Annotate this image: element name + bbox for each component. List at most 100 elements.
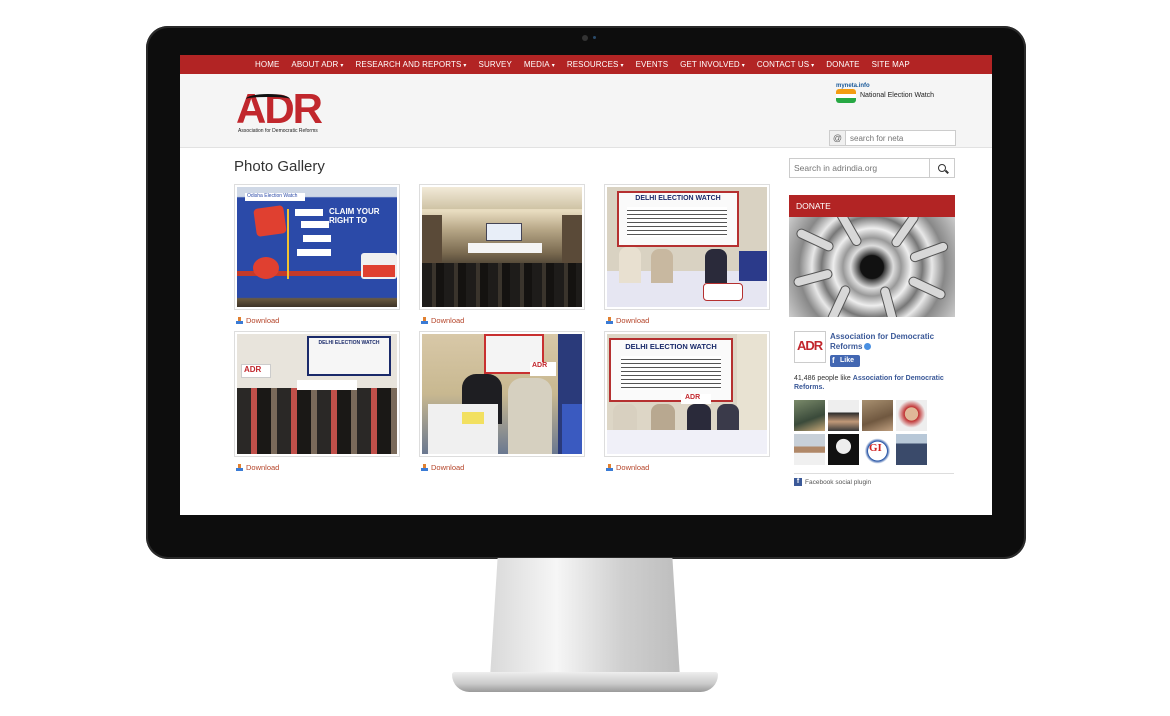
- nav-item-home[interactable]: HOME: [249, 60, 285, 69]
- gallery-tile: DELHI ELECTION WATCH ADR Download: [604, 331, 770, 472]
- verified-icon: [864, 343, 872, 351]
- nav-item-label: MEDIA: [523, 60, 550, 69]
- nav-item-get-involved[interactable]: GET INVOLVED ▾: [674, 60, 751, 69]
- nav-item-resources[interactable]: RESOURCES ▾: [561, 60, 630, 69]
- gallery-tile: Odisha Election Watch CLAIM YOUR RIGHT T…: [234, 184, 400, 325]
- gallery-photo[interactable]: DELHI ELECTION WATCH ADR: [234, 331, 400, 457]
- nav-item-donate[interactable]: DONATE: [820, 60, 865, 69]
- caret-down-icon: ▾: [551, 63, 555, 69]
- neta-search-input[interactable]: [846, 131, 954, 145]
- download-link[interactable]: Download: [604, 316, 770, 325]
- download-link[interactable]: Download: [419, 463, 585, 472]
- download-label: Download: [246, 463, 280, 472]
- fan-avatar[interactable]: [862, 400, 893, 431]
- fb-plugin-label: Facebook social plugin: [805, 478, 872, 486]
- nav-item-site-map[interactable]: SITE MAP: [866, 60, 916, 69]
- download-link[interactable]: Download: [419, 316, 585, 325]
- gallery-tile: DELHI ELECTION WATCH Download: [604, 184, 770, 325]
- nav-item-events[interactable]: EVENTS: [630, 60, 675, 69]
- download-icon: [421, 316, 428, 325]
- gallery-photo[interactable]: ADR: [419, 331, 585, 457]
- donate-heading[interactable]: DONATE: [789, 195, 955, 217]
- nav-item-research-and-reports[interactable]: RESEARCH AND REPORTS ▾: [350, 60, 473, 69]
- search-icon: [938, 164, 946, 172]
- fb-page-avatar[interactable]: ADR: [794, 331, 826, 363]
- fb-plugin-footer[interactable]: f Facebook social plugin: [794, 473, 954, 486]
- download-label: Download: [431, 463, 465, 472]
- fan-avatar[interactable]: [896, 434, 927, 465]
- download-icon: [606, 316, 613, 325]
- monitor-stand: [490, 558, 680, 678]
- adr-standee: ADR: [241, 364, 271, 378]
- gallery-photo[interactable]: [419, 184, 585, 310]
- gallery-photo[interactable]: DELHI ELECTION WATCH ADR: [604, 331, 770, 457]
- download-label: Download: [616, 316, 650, 325]
- at-icon: @: [830, 131, 846, 145]
- seminar-banner-title: DELHI ELECTION WATCH: [318, 340, 380, 346]
- fan-avatar[interactable]: [794, 400, 825, 431]
- caret-down-icon: ▾: [811, 63, 815, 69]
- site-search-input[interactable]: [790, 159, 929, 177]
- fb-count-text: 41,486 people like: [794, 375, 851, 382]
- nav-item-about-adr[interactable]: ABOUT ADR ▾: [285, 60, 349, 69]
- nav-item-label: RESOURCES: [566, 60, 619, 69]
- banner-graphic: [287, 209, 327, 279]
- caret-down-icon: ▾: [340, 63, 344, 69]
- caret-down-icon: ▾: [741, 63, 745, 69]
- page-title: Photo Gallery: [234, 158, 325, 175]
- banner-slogan: CLAIM YOUR RIGHT TO: [329, 207, 380, 225]
- gallery-photo[interactable]: DELHI ELECTION WATCH: [604, 184, 770, 310]
- download-label: Download: [246, 316, 280, 325]
- fb-like-count: 41,486 people like Association for Democ…: [794, 374, 954, 392]
- fan-avatar[interactable]: [828, 434, 859, 465]
- facebook-icon: f: [794, 478, 802, 486]
- fan-avatar[interactable]: GI: [862, 434, 893, 465]
- nav-item-label: GET INVOLVED: [680, 60, 740, 69]
- search-button[interactable]: [929, 159, 954, 177]
- neta-search: @: [829, 130, 956, 146]
- gallery-tile: DELHI ELECTION WATCH ADR Download: [234, 331, 400, 472]
- webcam-light-icon: [593, 36, 596, 39]
- press-banner-title: DELHI ELECTION WATCH: [635, 195, 721, 202]
- donate-image[interactable]: [789, 217, 955, 317]
- site-search: [789, 158, 955, 178]
- logo-swoosh-icon: [246, 94, 290, 104]
- nav-item-contact-us[interactable]: CONTACT US ▾: [751, 60, 820, 69]
- nav-item-survey[interactable]: SURVEY: [473, 60, 518, 69]
- fb-page-name-text: Association for Democratic Reforms: [830, 332, 935, 351]
- national-election-watch-logo[interactable]: myneta.info National Election Watch: [834, 83, 934, 109]
- nav-item-media[interactable]: MEDIA ▾: [518, 60, 561, 69]
- gallery-tile: ADR Download: [419, 331, 585, 472]
- fan-avatar[interactable]: [896, 400, 927, 431]
- download-icon: [421, 463, 428, 472]
- nav-item-label: EVENTS: [635, 60, 669, 69]
- nav-item-label: SURVEY: [478, 60, 512, 69]
- nav-item-label: HOME: [255, 60, 280, 69]
- download-label: Download: [431, 316, 465, 325]
- top-navigation: HOME ABOUT ADR ▾ RESEARCH AND REPORTS ▾ SURVE…: [180, 55, 992, 74]
- fan-avatar-logo-icon: GI: [869, 442, 882, 454]
- download-link[interactable]: Download: [604, 463, 770, 472]
- fb-like-button[interactable]: Like: [830, 355, 860, 367]
- fb-page-name[interactable]: Association for Democratic Reforms: [830, 332, 954, 352]
- download-icon: [606, 463, 613, 472]
- download-icon: [236, 463, 243, 472]
- nav-item-label: CONTACT US: [756, 60, 810, 69]
- website-screen: HOME ABOUT ADR ▾ RESEARCH AND REPORTS ▾ SURVE…: [180, 55, 992, 515]
- download-link[interactable]: Download: [234, 463, 400, 472]
- panel-banner-title: DELHI ELECTION WATCH: [625, 342, 717, 351]
- nav-item-label: DONATE: [826, 60, 860, 69]
- caret-down-icon: ▾: [463, 63, 467, 69]
- logo-subtitle: Association for Democratic Reforms: [238, 128, 318, 134]
- fb-avatar-text: ADR: [797, 338, 823, 353]
- adr-logo[interactable]: ADR Association for Democratic Reforms: [236, 88, 340, 135]
- adr-sign: ADR: [530, 362, 556, 376]
- download-label: Download: [616, 463, 650, 472]
- site-header: ADR Association for Democratic Reforms m…: [180, 74, 992, 148]
- gallery-photo[interactable]: Odisha Election Watch CLAIM YOUR RIGHT T…: [234, 184, 400, 310]
- fan-avatar[interactable]: [794, 434, 825, 465]
- adr-panel-sign: ADR: [681, 394, 711, 404]
- national-election-watch-label: National Election Watch: [860, 92, 935, 99]
- download-link[interactable]: Download: [234, 316, 400, 325]
- fan-avatar[interactable]: [828, 400, 859, 431]
